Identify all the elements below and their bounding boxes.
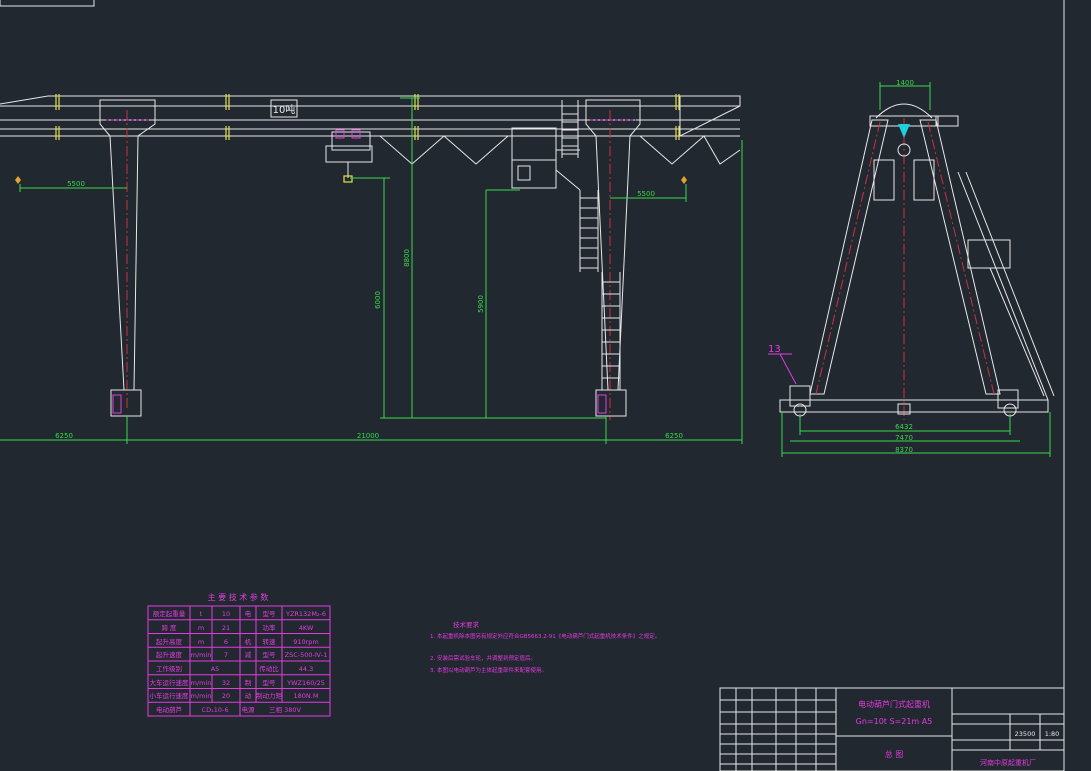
note-item: 1. 本起重机除本图另有规定外应符合GB5663.2-91《电动葫芦门式起重机技… — [430, 632, 660, 640]
side-dim-wheelbase: 6432 — [895, 423, 913, 431]
side-dim-top: 1400 — [896, 79, 914, 87]
right-wheel-box — [595, 389, 627, 417]
notes-title: 技术要求 — [453, 620, 480, 629]
param-value: 910rpm — [293, 638, 319, 646]
side-stairs — [957, 171, 1055, 401]
param-label: 起升速度 — [156, 650, 183, 659]
param-label: 制动力矩 — [256, 691, 283, 700]
param-label: 跨 度 — [161, 623, 177, 632]
dim-right-overhang: 5500 — [637, 190, 655, 198]
capacity-tag: 10吨 — [273, 103, 296, 116]
side-dim-base2: 8370 — [895, 446, 913, 454]
dim-right-cantilever: 6250 — [665, 432, 683, 440]
param-value: 10 — [222, 610, 230, 618]
mid-ladder — [579, 190, 599, 272]
title-scale: 1:80 — [1045, 730, 1060, 738]
side-hook-marker — [898, 124, 910, 138]
param-value: 180N.M — [294, 692, 319, 700]
param-value: 7 — [224, 651, 228, 659]
callout-number: 13 — [768, 344, 781, 355]
side-leg-left — [809, 119, 889, 395]
electric-hoist — [325, 129, 373, 183]
param-label: 传动比 — [259, 664, 279, 673]
dim-left-cantilever: 6250 — [55, 432, 73, 440]
title-weight: 23500 — [1015, 730, 1036, 738]
param-label: 型号 — [263, 609, 277, 618]
param-label: 电动葫芦 — [156, 705, 183, 714]
dim-left-overhang: 5500 — [67, 180, 85, 188]
dim-hook-height: 6000 — [374, 291, 382, 309]
param-value: 4KW — [299, 624, 314, 632]
param-value: YZR132M₂-6 — [285, 610, 326, 618]
param-group: 动 — [245, 692, 252, 700]
param-label: 型号 — [263, 678, 277, 687]
param-label: 小车运行速度 — [150, 691, 190, 700]
param-value: 44.3 — [299, 665, 313, 673]
param-unit: m/min — [191, 692, 212, 700]
title-company: 河南中原起重机厂 — [980, 758, 1036, 767]
param-value: YWZ160/25 — [286, 679, 325, 687]
dim-span: 21000 — [357, 432, 379, 440]
param-label: 型号 — [263, 650, 277, 659]
param-label: 起升高度 — [156, 637, 183, 646]
params-table-title: 主 要 技 术 参 数 — [208, 592, 269, 602]
param-value: 32 — [222, 679, 230, 687]
param-value: 21 — [222, 624, 230, 632]
param-value: 6 — [224, 638, 228, 646]
param-group: 制 — [245, 678, 252, 687]
title-spec: Gn=10t S=21m A5 — [856, 717, 933, 726]
right-wheel-motor — [597, 394, 607, 414]
title-drawing-name: 总 图 — [885, 749, 904, 759]
param-unit: t — [200, 610, 203, 618]
param-group: 电源 — [242, 705, 256, 714]
param-value: A5 — [211, 665, 220, 673]
lower-ladder — [601, 272, 621, 390]
side-leg-right — [919, 119, 1001, 395]
right-limit-marker — [681, 176, 687, 184]
side-motor-left — [789, 385, 811, 407]
left-wheel-motor — [112, 394, 122, 414]
side-dim-base1: 7470 — [895, 434, 913, 442]
param-value: 三相 380V — [269, 705, 301, 714]
girder-end-right — [679, 96, 741, 137]
tech-notes: 技术要求 1. 本起重机除本图另有规定外应符合GB5663.2-91《电动葫芦门… — [430, 620, 660, 674]
main-girder-top — [0, 95, 741, 107]
param-unit: m/min — [191, 651, 212, 659]
param-unit: m — [198, 638, 204, 646]
girder-truss — [379, 135, 509, 165]
operator-cab — [511, 127, 581, 191]
top-left-frame-tab — [0, 0, 95, 7]
front-view: 10吨 5500 5500 6250 21000 6250 6000 8800 … — [0, 94, 743, 444]
side-view: 13 1400 6432 7470 8370 — [768, 79, 1055, 457]
left-limit-marker — [15, 176, 21, 184]
param-unit: m/min — [191, 679, 212, 687]
note-item: 2. 安装后需试验车轮，并调整到预定值后。 — [430, 654, 536, 662]
side-base-beam — [779, 399, 1049, 413]
param-group: 减 — [245, 650, 252, 659]
param-value: 20 — [222, 692, 230, 700]
param-unit: m — [198, 624, 204, 632]
param-value: ZSC-500-Ⅳ-1 — [285, 651, 328, 659]
param-label: 额定起重量 — [153, 609, 186, 618]
girder-truss-right — [639, 135, 741, 165]
param-group: 机 — [245, 637, 252, 646]
dim-cab-height: 5900 — [477, 295, 485, 313]
side-motor-right — [997, 389, 1019, 409]
right-leg — [585, 99, 641, 391]
side-leg-left-center — [815, 121, 881, 395]
drawing-canvas: 10吨 5500 5500 6250 21000 6250 6000 8800 … — [0, 0, 1065, 771]
left-wheel-box — [110, 389, 142, 417]
side-top-right — [935, 115, 959, 127]
side-leg-right-center — [927, 121, 995, 395]
param-group: 电 — [245, 609, 252, 618]
dim-lift-height: 8800 — [403, 249, 411, 267]
param-label: 转速 — [263, 637, 277, 646]
param-label: 工作级别 — [156, 664, 182, 673]
param-value: CD₁10-6 — [202, 706, 229, 714]
title-product: 电动葫芦门式起重机 — [858, 699, 930, 709]
note-item: 3. 本图以电动葫芦为主体起重部件来配套使用。 — [430, 666, 547, 674]
side-dimension-lines — [781, 82, 1051, 457]
param-label: 功率 — [263, 623, 277, 632]
param-label: 大车运行速度 — [150, 678, 190, 687]
